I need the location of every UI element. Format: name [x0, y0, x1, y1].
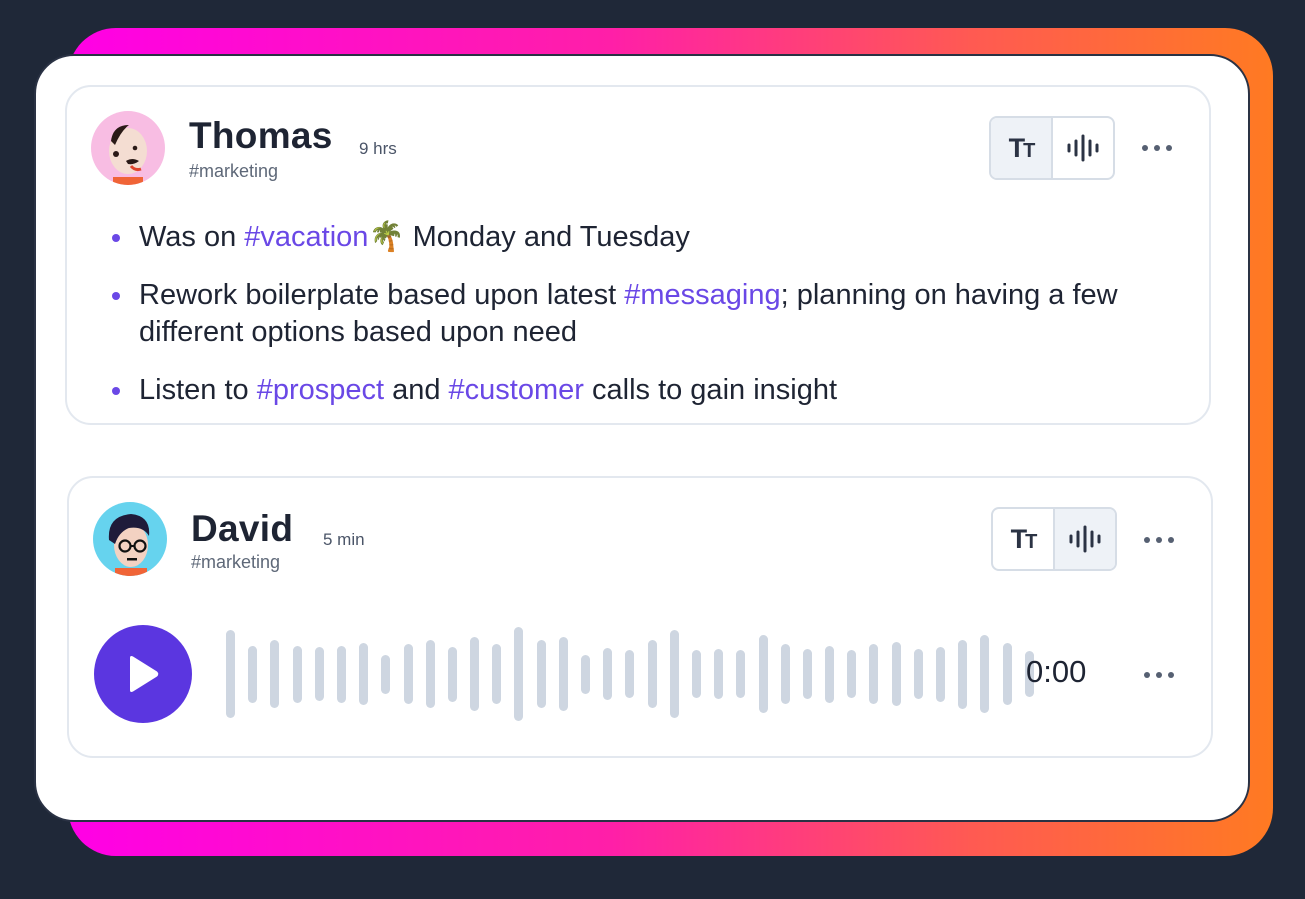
text-size-icon: TT	[1008, 132, 1036, 163]
waveform-icon	[1069, 525, 1101, 553]
waveform-bar	[336, 645, 346, 703]
text-mode-button[interactable]: TT	[991, 118, 1051, 178]
waveform-bar	[581, 654, 590, 694]
waveform-bar	[248, 645, 258, 703]
update-item: Listen to #prospect and #customer calls …	[107, 372, 1197, 409]
waveform-bar	[714, 649, 724, 699]
play-button[interactable]	[94, 625, 192, 723]
waveform-bar	[802, 649, 812, 699]
audio-mode-button[interactable]	[1053, 509, 1115, 569]
author-name[interactable]: Thomas	[189, 115, 333, 157]
waveform-bar	[1002, 643, 1012, 705]
waveform-bar	[359, 643, 369, 705]
waveform-bar	[226, 630, 235, 718]
channel-tag[interactable]: #marketing	[191, 552, 280, 573]
update-item: Was on #vacation🌴 Monday and Tuesday	[107, 219, 1197, 256]
text-mode-button[interactable]: TT	[993, 509, 1053, 569]
update-item: Rework boilerplate based upon latest #me…	[107, 277, 1197, 351]
waveform-bar	[869, 644, 879, 704]
waveform-bar	[780, 644, 790, 704]
post-card-david: David 5 min #marketing TT 0:00	[67, 476, 1213, 758]
audio-mode-button[interactable]	[1051, 118, 1113, 178]
waveform-bar	[314, 647, 324, 701]
audio-waveform[interactable]	[226, 624, 1047, 724]
hashtag-link[interactable]: #vacation	[244, 221, 368, 253]
update-text: 🌴 Monday and Tuesday	[368, 221, 690, 253]
waveform-bar	[691, 650, 701, 698]
waveform-bar	[847, 650, 857, 698]
waveform-bar	[425, 640, 435, 708]
waveform-bar	[270, 640, 280, 708]
update-text: Was on	[139, 221, 245, 253]
waveform-bar	[891, 642, 901, 706]
update-list: Was on #vacation🌴 Monday and Tuesday Rewo…	[107, 219, 1197, 430]
waveform-bar	[492, 644, 502, 704]
play-icon	[130, 656, 159, 692]
waveform-bar	[603, 648, 613, 700]
waveform-bar	[381, 654, 391, 694]
view-mode-toggle: TT	[989, 116, 1115, 180]
post-time: 5 min	[323, 530, 365, 549]
update-text: Rework boilerplate based upon latest	[139, 279, 625, 311]
post-card-thomas: Thomas 9 hrs #marketing TT Was on #vacat…	[65, 85, 1211, 425]
hashtag-link[interactable]: #prospect	[257, 374, 384, 406]
text-size-icon: TT	[1010, 523, 1038, 554]
waveform-bar	[825, 645, 835, 703]
avatar-david[interactable]	[93, 502, 167, 576]
waveform-bar	[625, 650, 635, 698]
avatar-thomas[interactable]	[91, 111, 165, 185]
update-text: and	[384, 374, 449, 406]
author-name[interactable]: David	[191, 508, 293, 550]
more-options-icon[interactable]	[1139, 138, 1175, 158]
waveform-icon	[1067, 134, 1099, 162]
audio-duration: 0:00	[1026, 654, 1087, 689]
audio-more-options-icon[interactable]	[1141, 665, 1177, 685]
waveform-bar	[558, 637, 568, 711]
channel-tag[interactable]: #marketing	[189, 161, 278, 182]
waveform-bar	[470, 637, 480, 711]
waveform-bar	[758, 635, 768, 713]
waveform-bar	[958, 639, 968, 709]
waveform-bar	[736, 650, 746, 698]
update-text: calls to gain insight	[583, 374, 838, 406]
waveform-bar	[403, 644, 413, 704]
waveform-bar	[536, 640, 546, 708]
waveform-bar	[514, 627, 524, 721]
hashtag-link[interactable]: #messaging	[624, 279, 780, 311]
waveform-bar	[936, 646, 945, 702]
waveform-bar	[980, 635, 990, 713]
hashtag-link[interactable]: #customer	[449, 374, 584, 406]
waveform-bar	[292, 645, 302, 703]
more-options-icon[interactable]	[1141, 530, 1177, 550]
post-time: 9 hrs	[359, 139, 397, 158]
waveform-bar	[447, 646, 457, 702]
waveform-bar	[913, 649, 923, 699]
waveform-bar	[669, 630, 679, 718]
update-text: Listen to	[139, 374, 257, 406]
view-mode-toggle: TT	[991, 507, 1117, 571]
waveform-bar	[647, 640, 657, 708]
